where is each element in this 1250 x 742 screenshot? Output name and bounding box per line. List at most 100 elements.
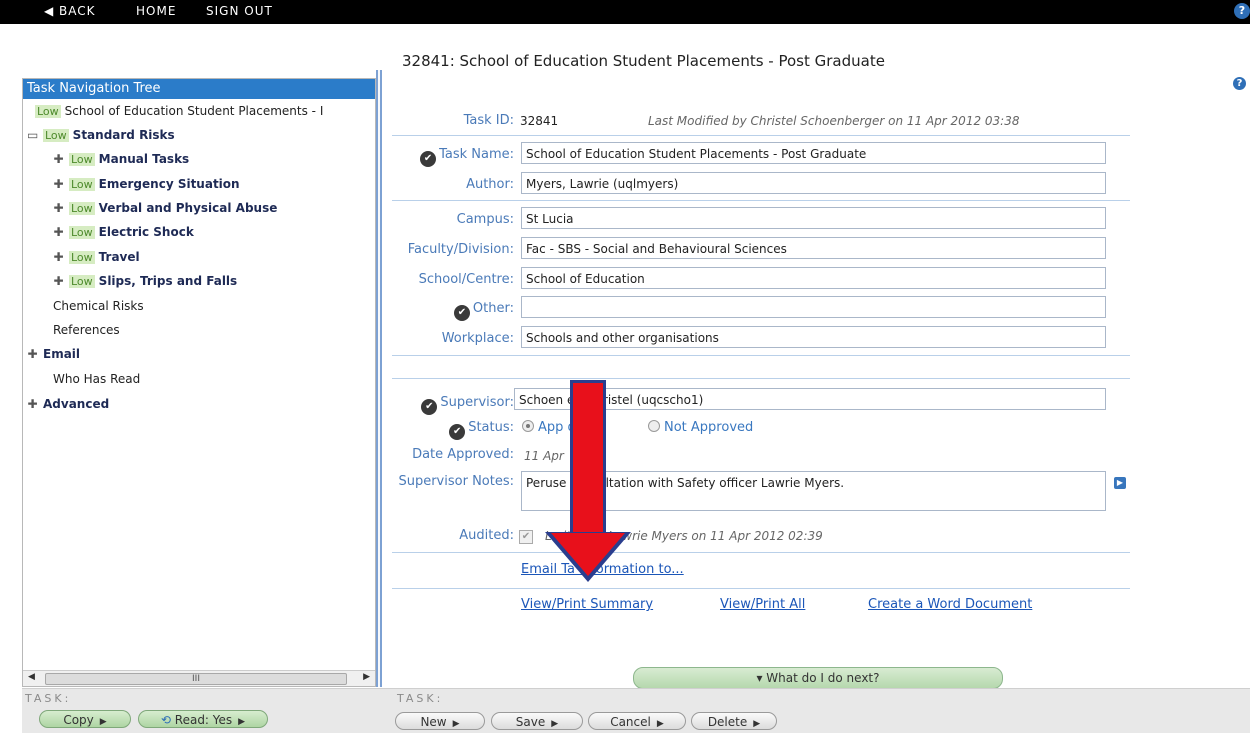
task-name-field[interactable]: School of Education Student Placements -… — [521, 142, 1106, 164]
expand-icon[interactable]: ✚ — [53, 152, 64, 166]
tree-item-references[interactable]: References — [53, 323, 120, 337]
other-label: ✔ Other: — [453, 301, 514, 321]
school-label: School/Centre: — [418, 272, 514, 287]
divider — [392, 355, 1130, 356]
task-name-label: ✔ Task Name: — [420, 147, 514, 167]
supervisor-notes-field[interactable]: Peruse consultation with Safety officer … — [521, 471, 1106, 511]
expand-icon[interactable]: ✚ — [53, 274, 64, 288]
help-icon[interactable]: ? — [1234, 3, 1250, 19]
expand-icon[interactable]: ✚ — [53, 177, 64, 191]
tree-item-root[interactable]: Low School of Education Student Placement… — [35, 104, 323, 118]
help-icon[interactable]: ? — [1233, 77, 1246, 90]
campus-field[interactable]: St Lucia — [521, 207, 1106, 229]
read-button[interactable]: ⟲ Read: Yes ▶ — [138, 710, 268, 728]
caret-icon: ▶ — [551, 719, 559, 729]
divider — [392, 135, 1130, 136]
risk-level-badge: Low — [69, 226, 95, 239]
status-label: ✔ Status: — [449, 420, 514, 440]
save-button[interactable]: Save ▶ — [491, 712, 583, 730]
check-icon: ✔ — [453, 305, 470, 321]
divider — [392, 378, 1130, 379]
tree-label: Emergency Situation — [98, 177, 240, 191]
risk-level-badge: Low — [69, 178, 95, 191]
supervisor-notes-label: Supervisor Notes: — [398, 474, 514, 489]
expand-notes-icon[interactable]: ▶ — [1114, 477, 1126, 489]
task-id-value: 32841 — [520, 114, 559, 128]
tree-item-chemical-risks[interactable]: Chemical Risks — [53, 299, 144, 313]
last-modified-text: Last Modified by Christel Schoenberger o… — [648, 114, 1020, 128]
tree-item-advanced[interactable]: ✚ Advanced — [27, 397, 109, 411]
view-print-summary-link[interactable]: View/Print Summary — [521, 597, 653, 612]
expand-icon[interactable]: ✚ — [53, 250, 64, 264]
author-field[interactable]: Myers, Lawrie (uqlmyers) — [521, 172, 1106, 194]
tree-label: Manual Tasks — [98, 152, 190, 166]
tree-item-travel[interactable]: ✚ Low Travel — [53, 250, 140, 264]
risk-level-badge: Low — [35, 105, 61, 118]
date-approved-value: 11 Apr — [524, 449, 564, 463]
new-button[interactable]: New ▶ — [395, 712, 485, 730]
divider — [392, 552, 1130, 553]
tree-item-email[interactable]: ✚ Email — [27, 347, 80, 361]
school-field[interactable]: School of Education — [521, 267, 1106, 289]
sign-out-link[interactable]: SIGN OUT — [206, 4, 273, 18]
task-label-right: TASK: — [397, 692, 444, 705]
caret-icon: ▶ — [656, 719, 664, 729]
faculty-field[interactable]: Fac - SBS - Social and Behavioural Scien… — [521, 237, 1106, 259]
status-approved-radio[interactable]: App d — [522, 420, 576, 435]
tree-item-standard-risks[interactable]: ▭ Low Standard Risks — [27, 128, 175, 142]
author-label: Author: — [466, 177, 514, 192]
radio-icon — [648, 420, 660, 432]
expand-icon[interactable]: ✚ — [27, 347, 38, 361]
caret-icon: ▶ — [238, 717, 246, 727]
scroll-thumb[interactable]: III — [45, 673, 347, 685]
date-approved-label: Date Approved: — [412, 447, 514, 462]
caret-icon: ▶ — [452, 719, 460, 729]
tree-item-slips-trips-falls[interactable]: ✚ Low Slips, Trips and Falls — [53, 274, 237, 288]
delete-button[interactable]: Delete ▶ — [691, 712, 777, 730]
scroll-left-icon[interactable]: ◀ — [28, 672, 35, 682]
task-id-label: Task ID: — [463, 113, 514, 128]
other-field[interactable] — [521, 296, 1106, 318]
audited-checkbox[interactable]: ✔ — [519, 528, 533, 544]
expand-icon[interactable]: ✚ — [27, 397, 38, 411]
workplace-field[interactable]: Schools and other organisations — [521, 326, 1106, 348]
tree-root-label: School of Education Student Placements -… — [64, 104, 324, 118]
workplace-label: Workplace: — [441, 331, 514, 346]
annotation-arrow-head-fill — [551, 533, 625, 576]
tree-label: Travel — [98, 250, 140, 264]
campus-label: Campus: — [456, 212, 514, 227]
copy-button[interactable]: Copy ▶ — [39, 710, 131, 728]
view-print-all-link[interactable]: View/Print All — [720, 597, 805, 612]
tree-item-electric-shock[interactable]: ✚ Low Electric Shock — [53, 225, 194, 239]
scroll-right-icon[interactable]: ▶ — [363, 672, 370, 682]
collapse-icon[interactable]: ▭ — [27, 128, 38, 142]
audited-label: Audited: — [459, 528, 514, 543]
status-not-approved-radio[interactable]: Not Approved — [648, 420, 753, 435]
what-next-button[interactable]: ▾ What do I do next? — [633, 667, 1003, 689]
tree-item-verbal-physical-abuse[interactable]: ✚ Low Verbal and Physical Abuse — [53, 201, 277, 215]
expand-icon[interactable]: ✚ — [53, 225, 64, 239]
create-word-document-link[interactable]: Create a Word Document — [868, 597, 1032, 612]
top-nav-bar: ◀ BACK HOME SIGN OUT ? — [0, 0, 1250, 24]
radio-icon — [522, 420, 534, 432]
supervisor-label: ✔ Supervisor: — [421, 395, 514, 415]
page-title: 32841: School of Education Student Place… — [402, 52, 885, 70]
panel-splitter[interactable] — [376, 70, 382, 687]
risk-level-badge: Low — [69, 202, 95, 215]
tree-item-manual-tasks[interactable]: ✚ Low Manual Tasks — [53, 152, 189, 166]
tree-label: Slips, Trips and Falls — [98, 274, 238, 288]
horizontal-scrollbar[interactable]: ◀ III ▶ — [23, 670, 375, 686]
tree-label: Advanced — [43, 397, 110, 411]
tree-label: Verbal and Physical Abuse — [98, 201, 278, 215]
annotation-arrow-shaft — [570, 380, 606, 536]
check-icon: ✔ — [421, 399, 438, 415]
divider — [392, 588, 1130, 589]
task-navigation-tree: Task Navigation Tree Low School of Educat… — [22, 78, 376, 687]
expand-icon[interactable]: ✚ — [53, 201, 64, 215]
back-link[interactable]: ◀ BACK — [44, 4, 96, 18]
cancel-button[interactable]: Cancel ▶ — [588, 712, 686, 730]
checkbox-check-icon: ✔ — [519, 530, 533, 544]
home-link[interactable]: HOME — [136, 4, 176, 18]
tree-item-emergency-situation[interactable]: ✚ Low Emergency Situation — [53, 177, 240, 191]
tree-item-who-has-read[interactable]: Who Has Read — [53, 372, 140, 386]
